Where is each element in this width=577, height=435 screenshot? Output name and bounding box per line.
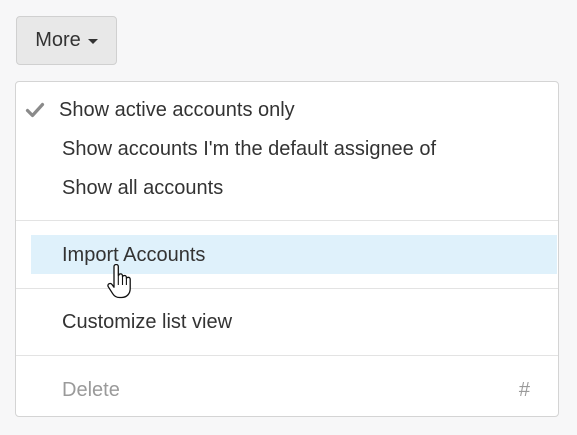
menu-item-show-active-accounts[interactable]: Show active accounts only xyxy=(16,98,558,122)
menu-item-show-all-accounts[interactable]: Show all accounts xyxy=(16,176,558,200)
menu-item-delete: Delete # xyxy=(16,378,558,402)
menu-item-label: Customize list view xyxy=(62,311,233,333)
dropdown-menu: Show active accounts only Show accounts … xyxy=(15,81,559,417)
menu-item-label: Show all accounts xyxy=(62,177,224,199)
menu-divider xyxy=(16,220,558,221)
hand-pointer-icon xyxy=(107,264,131,299)
check-icon xyxy=(25,102,45,118)
menu-divider xyxy=(16,288,558,289)
menu-item-label: Show active accounts only xyxy=(59,99,295,121)
shortcut-label: # xyxy=(518,379,530,401)
menu-item-show-default-assignee-accounts[interactable]: Show accounts I'm the default assignee o… xyxy=(16,137,558,161)
menu-item-import-accounts[interactable]: Import Accounts xyxy=(16,243,558,267)
more-button-label: More xyxy=(35,29,81,51)
menu-item-label: Delete xyxy=(62,379,120,401)
menu-item-label: Show accounts I'm the default assignee o… xyxy=(62,138,437,160)
menu-divider xyxy=(16,355,558,356)
more-button[interactable]: More xyxy=(16,16,117,65)
caret-down-icon xyxy=(87,39,98,44)
menu-item-customize-list-view[interactable]: Customize list view xyxy=(16,310,558,334)
